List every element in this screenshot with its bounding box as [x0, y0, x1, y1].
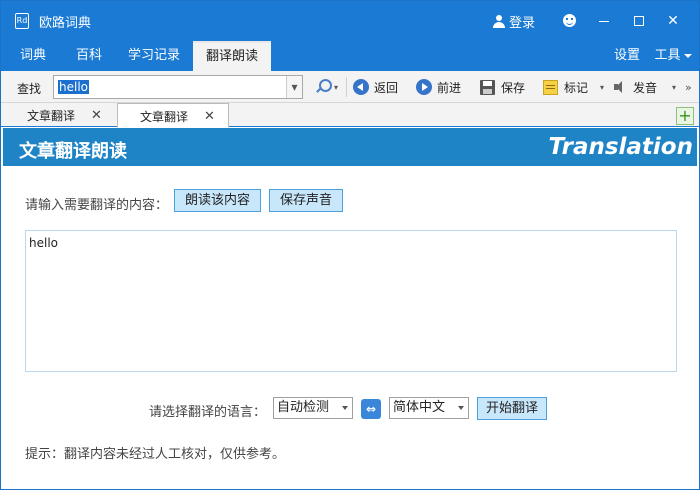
page-title: 文章翻译朗读 [19, 141, 127, 162]
source-language-select[interactable]: 自动检测 [273, 397, 353, 419]
smiley-button[interactable] [558, 9, 582, 33]
toolbar: 查找 hello ▾ ▾ 返回 前进 保存 标记 ▾ 发音 ▾ » [1, 71, 699, 103]
lookup-label: 查找 [17, 82, 42, 96]
toolbar-separator [346, 77, 347, 97]
save-label: 保存 [501, 80, 526, 95]
input-prompt-label: 请输入需要翻译的内容： [25, 198, 169, 213]
toolbar-overflow[interactable]: » [685, 78, 692, 96]
close-tab-icon[interactable]: ✕ [91, 105, 102, 127]
forward-label: 前进 [437, 80, 462, 95]
title-bar: Rd 欧路词典 登录 ✕ [1, 1, 699, 41]
chevron-down-icon [458, 406, 464, 410]
close-icon: ✕ [667, 13, 679, 29]
tab-encyclopedia[interactable]: 百科 [65, 41, 113, 71]
save-voice-button[interactable]: 保存声音 [269, 189, 343, 212]
read-aloud-button[interactable]: 朗读该内容 [174, 189, 261, 212]
translate-input-area[interactable]: hello [25, 230, 677, 372]
target-language-select[interactable]: 简体中文 [389, 397, 469, 419]
disclaimer-hint: 提示：翻译内容未经过人工核对，仅供参考。 [25, 447, 286, 462]
speak-button[interactable]: 发音 [613, 78, 657, 96]
save-button[interactable]: 保存 [480, 78, 525, 96]
add-tab-icon[interactable]: + [676, 107, 694, 125]
page-banner: 文章翻译朗读 Translation [3, 128, 697, 166]
doc-tab-label: 文章翻译 [27, 109, 76, 123]
tools-label: 工具 [654, 48, 681, 63]
maximize-button[interactable] [627, 9, 651, 33]
back-icon [353, 79, 369, 95]
close-tab-icon[interactable]: ✕ [204, 106, 215, 128]
chevron-down-icon [342, 406, 348, 410]
search-selected-text: hello [58, 80, 89, 94]
mark-label: 标记 [564, 80, 589, 95]
speak-dropdown[interactable]: ▾ [672, 78, 676, 96]
forward-icon [416, 79, 432, 95]
tab-translate-read[interactable]: 翻译朗读 [193, 41, 271, 71]
minimize-button[interactable] [592, 9, 616, 33]
tab-study-records[interactable]: 学习记录 [119, 41, 189, 71]
source-language-value: 自动检测 [277, 400, 330, 415]
menu-bar: 词典 百科 学习记录 翻译朗读 设置 工具 [1, 41, 699, 71]
doc-tab[interactable]: 文章翻译 ✕ [5, 103, 115, 127]
forward-button[interactable]: 前进 [416, 78, 461, 96]
mark-icon [543, 79, 558, 95]
back-label: 返回 [374, 80, 399, 95]
settings-menu[interactable]: 设置 [605, 41, 649, 71]
app-title: 欧路词典 [39, 16, 92, 31]
search-button[interactable]: ▾ [313, 78, 338, 96]
close-button[interactable]: ✕ [661, 9, 685, 33]
swap-icon[interactable]: ⇔ [361, 399, 381, 419]
app-window: Rd 欧路词典 登录 ✕ 词典 百科 学习记录 翻译朗读 设置 工具 查找 he… [0, 0, 700, 490]
doc-tab-active[interactable]: 文章翻译 ✕ [117, 103, 229, 128]
speak-label: 发音 [633, 80, 658, 95]
save-icon [480, 79, 495, 95]
login-button[interactable]: 登录 [493, 12, 535, 31]
page-title-en: Translation [548, 134, 693, 160]
language-prompt-label: 请选择翻译的语言： [149, 405, 267, 420]
document-tab-strip: 文章翻译 ✕ 文章翻译 ✕ + [1, 103, 699, 128]
chevron-down-icon [683, 53, 692, 58]
start-translate-button[interactable]: 开始翻译 [477, 397, 547, 420]
speaker-icon [613, 79, 629, 95]
search-box: hello ▾ [53, 75, 303, 99]
tools-menu[interactable]: 工具 [649, 41, 697, 71]
search-icon [313, 78, 332, 96]
mark-button[interactable]: 标记 [543, 78, 588, 96]
user-icon [493, 15, 505, 28]
target-language-value: 简体中文 [393, 400, 446, 415]
smiley-icon [563, 14, 576, 27]
doc-tab-label: 文章翻译 [140, 110, 189, 124]
tab-dictionary[interactable]: 词典 [9, 41, 57, 71]
login-label: 登录 [509, 16, 536, 31]
app-icon: Rd [15, 13, 29, 29]
minimize-icon [599, 21, 609, 22]
search-history-dropdown[interactable]: ▾ [286, 76, 302, 98]
mark-dropdown[interactable]: ▾ [600, 78, 604, 96]
maximize-icon [634, 16, 644, 26]
back-button[interactable]: 返回 [353, 78, 398, 96]
